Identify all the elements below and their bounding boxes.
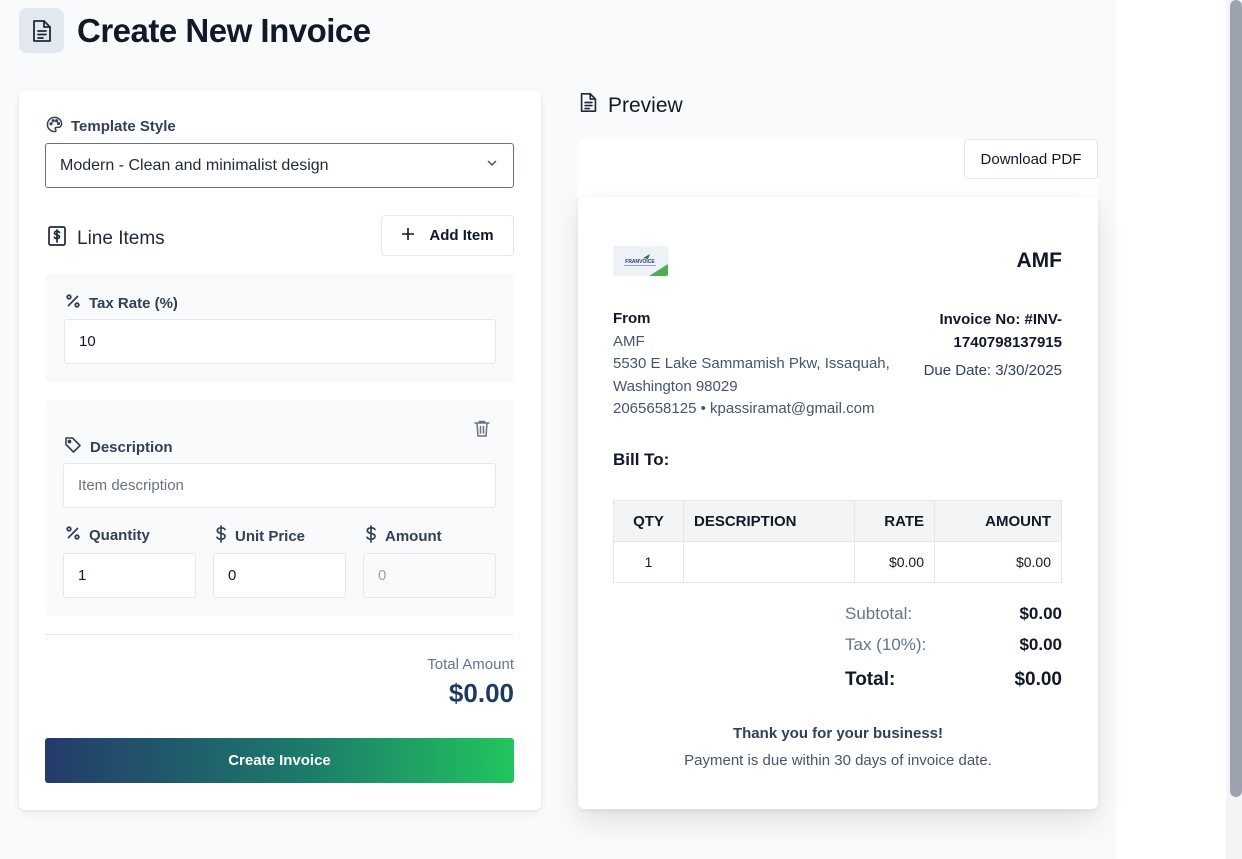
payment-terms: Payment is due within 30 days of invoice… <box>684 752 992 769</box>
unit-price-input[interactable]: 0 <box>213 553 346 598</box>
tax-label: Tax (10%): <box>845 635 927 654</box>
document-icon <box>19 8 64 53</box>
tax-rate-panel: Tax Rate (%) 10 <box>45 274 514 382</box>
page-header: Create New Invoice <box>19 8 371 53</box>
column-header-description: DESCRIPTION <box>683 500 855 542</box>
invoice-meta: Invoice No: #INV-1740798137915 Due Date:… <box>912 308 1062 379</box>
cell-qty: 1 <box>613 541 684 583</box>
grand-total-label: Total: <box>845 669 896 690</box>
unit-price-label: Unit Price <box>215 525 305 547</box>
address-line-2: Washington 98029 <box>613 377 738 395</box>
tag-icon <box>64 436 82 458</box>
subtotal-label: Subtotal: <box>845 604 913 623</box>
dollar-icon <box>365 525 377 547</box>
download-pdf-button[interactable]: Download PDF <box>964 139 1098 179</box>
subtotal-value: $0.00 <box>1019 604 1062 623</box>
invoice-items-table: QTY DESCRIPTION RATE AMOUNT 1 $0.00 $0.0… <box>613 500 1062 583</box>
grand-total-row: Total: $0.00 <box>845 669 1062 691</box>
template-style-select[interactable]: Modern - Clean and minimalist design <box>45 143 514 188</box>
quantity-input[interactable]: 1 <box>63 553 196 598</box>
template-style-value: Modern - Clean and minimalist design <box>60 156 329 174</box>
address-line-1: 5530 E Lake Sammamish Pkw, Issaquah, <box>613 355 890 372</box>
from-name: AMF <box>613 332 645 350</box>
tax-rate-input[interactable]: 10 <box>64 319 496 364</box>
line-items-heading: Line Items <box>47 225 165 253</box>
invoice-form-card: Template Style Modern - Clean and minima… <box>19 90 541 810</box>
line-items-title: Line Items <box>77 228 165 249</box>
from-label: From <box>613 310 651 327</box>
tax-rate-label: Tax Rate (%) <box>65 293 178 313</box>
description-input[interactable]: Item description <box>63 463 496 508</box>
cell-description <box>683 541 855 583</box>
amount-input: 0 <box>363 553 496 598</box>
due-date: Due Date: 3/30/2025 <box>923 362 1062 379</box>
unit-price-label-text: Unit Price <box>235 527 306 545</box>
contact-info: 2065658125 • kpassiramat@gmail.com <box>613 400 875 417</box>
document-icon <box>579 92 598 119</box>
page-title: Create New Invoice <box>77 11 371 49</box>
column-header-rate: RATE <box>854 500 935 542</box>
table-header-row: QTY DESCRIPTION RATE AMOUNT <box>613 500 1062 542</box>
amount-label: Amount <box>365 525 442 547</box>
column-header-qty: QTY <box>613 500 684 542</box>
divider <box>45 634 514 635</box>
column-header-amount: AMOUNT <box>934 500 1062 542</box>
bill-to-label: Bill To: <box>613 450 670 469</box>
dollar-icon <box>215 525 227 547</box>
amount-label-text: Amount <box>385 527 442 545</box>
palette-icon <box>46 116 63 137</box>
trash-icon[interactable] <box>473 419 491 443</box>
total-amount-value: $0.00 <box>448 678 514 708</box>
chevron-down-icon <box>485 156 499 175</box>
receipt-dollar-icon <box>47 225 67 253</box>
tax-row: Tax (10%): $0.00 <box>845 635 1062 655</box>
percent-icon <box>65 293 81 313</box>
total-amount-label: Total Amount <box>427 656 514 673</box>
create-invoice-button[interactable]: Create Invoice <box>45 738 514 783</box>
quantity-label: Quantity <box>65 525 150 545</box>
invoice-preview: FRANVOICE AMF From AMF 5530 E Lake Samma… <box>578 197 1098 809</box>
description-label-text: Description <box>90 438 173 456</box>
add-item-button[interactable]: Add Item <box>381 215 514 256</box>
description-label: Description <box>64 436 173 458</box>
line-item-panel: Description Item description Quantity Un… <box>45 400 514 616</box>
tax-rate-label-text: Tax Rate (%) <box>89 294 178 312</box>
cell-amount: $0.00 <box>934 541 1062 583</box>
invoice-number: Invoice No: #INV-1740798137915 <box>939 311 1062 351</box>
company-name: AMF <box>1016 249 1063 272</box>
grand-total-value: $0.00 <box>1014 669 1062 690</box>
subtotal-row: Subtotal: $0.00 <box>845 604 1062 624</box>
from-block: From AMF 5530 E Lake Sammamish Pkw, Issa… <box>613 308 890 421</box>
cell-rate: $0.00 <box>854 541 935 583</box>
template-style-label-text: Template Style <box>71 118 176 135</box>
percent-icon <box>65 525 81 545</box>
thank-you-note: Thank you for your business! <box>732 725 944 742</box>
tax-value: $0.00 <box>1019 635 1062 654</box>
template-style-label: Template Style <box>46 116 176 137</box>
quantity-label-text: Quantity <box>89 526 150 544</box>
company-logo: FRANVOICE <box>613 246 668 276</box>
plus-icon <box>401 227 415 245</box>
add-item-label: Add Item <box>429 227 494 244</box>
logo-text: FRANVOICE <box>625 259 655 265</box>
preview-heading: Preview <box>579 92 683 119</box>
table-row: 1 $0.00 $0.00 <box>613 541 1062 583</box>
scrollbar-thumb[interactable] <box>1230 0 1242 797</box>
preview-title: Preview <box>608 93 683 117</box>
